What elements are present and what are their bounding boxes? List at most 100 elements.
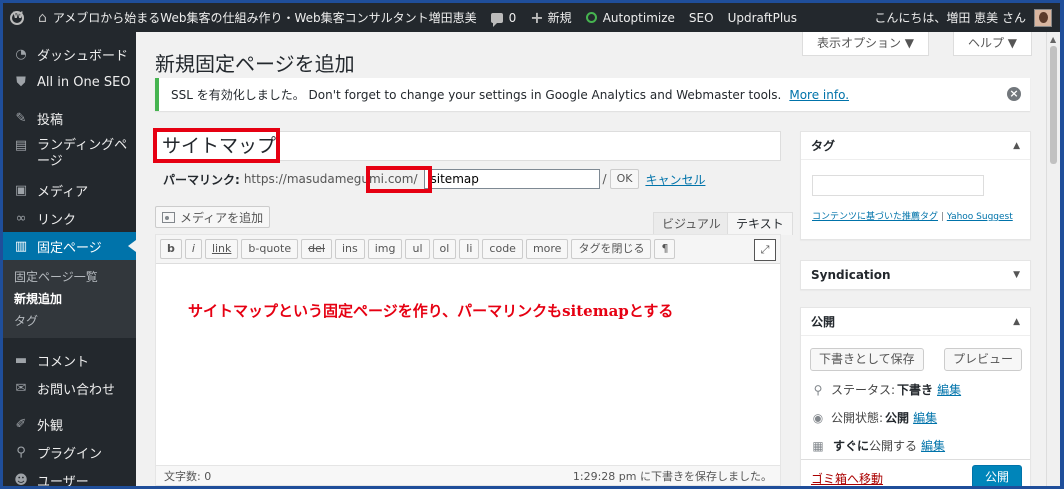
publish-button[interactable]: 公開	[971, 465, 1022, 486]
collapse-arrow-icon[interactable]: ▲	[1013, 308, 1020, 336]
syndication-postbox[interactable]: Syndication ▼	[800, 260, 1031, 290]
media-icon: ▣	[14, 182, 28, 198]
syndication-header[interactable]: Syndication ▼	[801, 261, 1030, 289]
publish-header[interactable]: 公開 ▲	[801, 308, 1030, 336]
edit-schedule-link[interactable]: 編集	[921, 437, 945, 454]
sidebar-item-posts[interactable]: ✎ 投稿	[3, 104, 136, 132]
sidebar-item-appearance[interactable]: ✐ 外観	[3, 410, 136, 438]
qt-bold-button[interactable]: b	[160, 239, 182, 259]
submenu-add-new[interactable]: 新規追加	[3, 288, 136, 310]
visibility-value: 公開	[885, 411, 910, 425]
qt-link-button[interactable]: link	[204, 239, 239, 259]
screen-options-button[interactable]: 表示オプション ▼	[801, 32, 929, 56]
qt-del-button[interactable]: del	[301, 239, 332, 259]
publish-actions-divider	[801, 459, 1030, 460]
qt-close-tags-button[interactable]: タグを閉じる	[571, 239, 652, 259]
sidebar-item-dashboard[interactable]: ◔ ダッシュボード	[3, 40, 136, 68]
permalink-slash: /	[602, 172, 607, 186]
help-button[interactable]: ヘルプ ▼	[952, 32, 1032, 56]
comments-count: 0	[508, 10, 517, 25]
qt-code-button[interactable]: code	[482, 239, 523, 259]
qt-ins-button[interactable]: ins	[334, 239, 365, 259]
sidebar-item-all-in-one-seo[interactable]: ⛊ All in One SEO	[3, 68, 136, 96]
brush-icon: ✐	[15, 416, 27, 432]
content-suggest-link[interactable]: コンテンツに基づいた推薦タグ	[812, 212, 938, 222]
sidebar-item-pages[interactable]: ▥ 固定ページ	[3, 232, 136, 260]
sidebar-item-label: メディア	[37, 184, 89, 200]
sidebar-item-label: コメント	[37, 354, 90, 370]
new-label: 新規	[547, 11, 572, 25]
ok-button[interactable]: OK	[609, 169, 640, 189]
tab-visual[interactable]: ビジュアル	[653, 212, 730, 235]
qt-more-button[interactable]: more	[525, 239, 569, 259]
publish-postbox: 公開 ▲ 下書きとして保存 プレビュー ⚲ ステータス: 下書き 編集 ◉ 公開状…	[800, 307, 1031, 486]
scroll-up-arrow-icon[interactable]: ▲	[1050, 35, 1056, 44]
qt-ul-button[interactable]: ul	[405, 239, 430, 259]
qt-blockquote-button[interactable]: b-quote	[241, 239, 299, 259]
comments-menu[interactable]: 0	[484, 3, 524, 32]
tag-input[interactable]	[812, 175, 984, 196]
seo-menu[interactable]: SEO	[682, 3, 721, 32]
add-media-button[interactable]: メディアを追加	[155, 206, 271, 228]
status-value: 下書き	[897, 383, 934, 397]
edit-status-link[interactable]: 編集	[937, 381, 961, 398]
preview-button[interactable]: プレビュー	[943, 348, 1022, 371]
collapse-arrow-icon[interactable]: ▲	[1013, 132, 1020, 160]
autosave-status: 1:29:28 pm に下書きを保存しました。	[572, 469, 772, 483]
autoptimize-label: Autoptimize	[602, 10, 675, 25]
expand-arrow-icon[interactable]: ▼	[1013, 261, 1020, 289]
move-to-trash-link[interactable]: ゴミ箱へ移動	[811, 470, 883, 486]
more-info-link[interactable]: More info.	[789, 88, 849, 102]
page-title: 新規固定ページを追加	[155, 52, 355, 76]
sidebar-item-landing-pages[interactable]: ▤ ランディングページ	[3, 132, 136, 176]
site-name-menu[interactable]: ⌂ アメブロから始まるWeb集客の仕組み作り・Web集客コンサルタント増田恵美	[31, 3, 484, 32]
updraftplus-menu[interactable]: UpdraftPlus	[721, 3, 804, 32]
qt-img-button[interactable]: img	[367, 239, 403, 259]
wp-logo-menu[interactable]	[3, 3, 31, 32]
page-scrollbar[interactable]: ▲	[1046, 32, 1060, 486]
save-draft-button[interactable]: 下書きとして保存	[810, 348, 924, 371]
main-content: 表示オプション ▼ ヘルプ ▼ 新規固定ページを追加 SSL を有効化しました。…	[136, 32, 1046, 486]
avatar	[1034, 8, 1052, 27]
autoptimize-menu[interactable]: Autoptimize	[579, 3, 682, 32]
tab-text[interactable]: テキスト	[727, 212, 793, 235]
word-count: 文字数: 0	[164, 469, 212, 483]
sidebar-item-comments[interactable]: ▬ コメント	[3, 346, 136, 374]
dismiss-icon[interactable]: ×	[1007, 87, 1021, 101]
edit-visibility-link[interactable]: 編集	[913, 409, 937, 426]
permalink-row: パーマリンク: https://masudamegumi.com/ / OK キ…	[163, 169, 705, 189]
cancel-link[interactable]: キャンセル	[645, 171, 705, 188]
calendar-icon: ▦	[812, 438, 824, 453]
sidebar-item-users[interactable]: ☻ ユーザー	[3, 466, 136, 487]
sidebar-item-label: 固定ページ	[37, 240, 102, 256]
scroll-thumb[interactable]	[1050, 46, 1057, 164]
comment-icon: ▬	[14, 352, 28, 368]
sidebar-item-plugins[interactable]: ⚲ プラグイン	[3, 438, 136, 466]
ssl-notice: SSL を有効化しました。 Don't forget to change you…	[155, 78, 1030, 111]
sidebar-item-links[interactable]: ∞ リンク	[3, 204, 136, 232]
sidebar-item-contact[interactable]: ✉ お問い合わせ	[3, 374, 136, 402]
new-content-menu[interactable]: + 新規	[523, 3, 578, 32]
account-menu[interactable]: こんにちは、増田 恵美 さん	[874, 8, 1060, 27]
qt-paragraph-button[interactable]: ¶	[654, 239, 676, 259]
sidebar-item-label: 投稿	[37, 112, 64, 128]
qt-li-button[interactable]: li	[459, 239, 480, 259]
qt-ol-button[interactable]: ol	[432, 239, 457, 259]
qt-italic-button[interactable]: i	[184, 239, 202, 259]
schedule-row: ▦ すぐに 公開する 編集	[811, 437, 945, 454]
yahoo-suggest-link[interactable]: Yahoo Suggest	[947, 212, 1013, 222]
post-title-input[interactable]: サイトマップ	[155, 131, 781, 161]
sidebar-item-label: ダッシュボード	[37, 48, 129, 64]
submenu-all-pages[interactable]: 固定ページ一覧	[3, 266, 136, 288]
fullscreen-icon[interactable]: ⤢	[754, 239, 776, 261]
sidebar-item-label: 外観	[37, 418, 64, 434]
permalink-label: パーマリンク:	[163, 172, 240, 187]
tags-postbox-header[interactable]: タグ ▲	[801, 132, 1030, 160]
mail-icon: ✉	[15, 380, 27, 396]
home-icon: ⌂	[38, 9, 47, 26]
slug-input[interactable]	[423, 169, 600, 189]
sidebar-item-media[interactable]: ▣ メディア	[3, 176, 136, 204]
page-icon: ▥	[14, 238, 28, 254]
submenu-tags[interactable]: タグ	[3, 310, 136, 332]
tag-suggest-links: コンテンツに基づいた推薦タグ | Yahoo Suggest	[812, 209, 1013, 222]
